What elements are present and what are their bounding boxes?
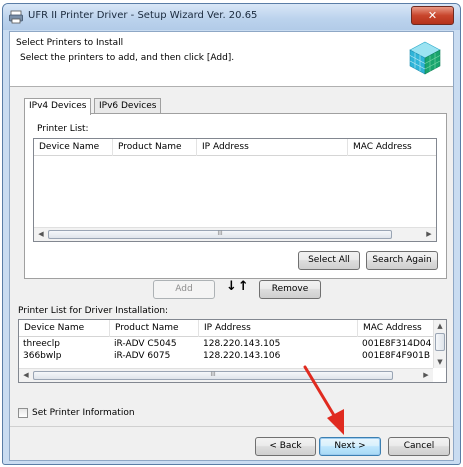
cell-product: iR-ADV 6075 (114, 351, 171, 361)
install-list-hscrollbar[interactable]: ◀ III ▶ (19, 368, 433, 382)
install-list-vscrollbar[interactable]: ▲ ▼ (433, 320, 446, 368)
column-ip-address[interactable]: IP Address (199, 320, 358, 337)
install-list-header: Device Name Product Name IP Address MAC … (19, 320, 446, 337)
column-product-name[interactable]: Product Name (113, 139, 197, 156)
scroll-thumb[interactable]: III (48, 230, 392, 239)
column-device-name[interactable]: Device Name (34, 139, 113, 156)
column-mac-address[interactable]: MAC Address (358, 320, 434, 337)
table-row[interactable]: threeclp iR-ADV C5045 128.220.143.105 00… (19, 339, 434, 350)
back-button[interactable]: < Back (255, 437, 316, 456)
cancel-button[interactable]: Cancel (388, 437, 450, 456)
ipv4-tab-panel: Printer List: Device Name Product Name I… (24, 113, 447, 279)
move-arrows-icon: ↓↑ (226, 279, 250, 294)
cell-mac: 001E8F4F901B (362, 351, 431, 361)
setup-wizard-window: UFR II Printer Driver - Setup Wizard Ver… (2, 3, 461, 465)
install-list[interactable]: Device Name Product Name IP Address MAC … (18, 319, 447, 383)
column-product-name[interactable]: Product Name (110, 320, 199, 337)
tab-ipv6-devices[interactable]: IPv6 Devices (94, 98, 162, 114)
remove-button[interactable]: Remove (259, 280, 321, 299)
cell-ip: 128.220.143.105 (203, 339, 281, 349)
page-title: Select Printers to Install (16, 38, 124, 48)
cell-mac: 001E8F314D04 (362, 339, 432, 349)
set-printer-info-label: Set Printer Information (32, 408, 135, 418)
set-printer-info-checkbox[interactable] (18, 408, 28, 418)
column-device-name[interactable]: Device Name (19, 320, 110, 337)
wizard-header: Select Printers to Install Select the pr… (10, 32, 453, 87)
next-button[interactable]: Next > (319, 437, 381, 456)
select-all-button[interactable]: Select All (298, 251, 360, 270)
cell-device: threeclp (23, 339, 60, 349)
scroll-up-icon[interactable]: ▲ (434, 320, 446, 332)
scroll-left-icon[interactable]: ◀ (20, 369, 32, 382)
canon-cube-logo-icon (409, 41, 441, 75)
scroll-down-icon[interactable]: ▼ (434, 356, 446, 368)
printer-list-header: Device Name Product Name IP Address MAC … (34, 139, 436, 156)
printer-list-label: Printer List: (37, 124, 89, 134)
printer-app-icon (9, 10, 23, 24)
wizard-body: Select Printers to Install Select the pr… (9, 31, 454, 461)
add-button[interactable]: Add (153, 280, 215, 299)
scroll-left-icon[interactable]: ◀ (35, 228, 47, 241)
printer-list-hscrollbar[interactable]: ◀ III ▶ (34, 227, 436, 241)
close-button[interactable]: ✕ (411, 6, 454, 25)
scroll-right-icon[interactable]: ▶ (420, 369, 432, 382)
tab-ipv4-devices[interactable]: IPv4 Devices (24, 98, 92, 115)
cell-device: 366bwlp (23, 351, 62, 361)
vscroll-thumb[interactable] (435, 333, 445, 351)
search-again-button[interactable]: Search Again (366, 251, 438, 270)
column-mac-address[interactable]: MAC Address (348, 139, 436, 156)
footer-divider (10, 426, 453, 427)
table-row[interactable]: 366bwlp iR-ADV 6075 128.220.143.106 001E… (19, 351, 434, 362)
scroll-thumb[interactable]: III (33, 371, 393, 380)
title-bar: UFR II Printer Driver - Setup Wizard Ver… (3, 4, 460, 30)
window-title: UFR II Printer Driver - Setup Wizard Ver… (28, 10, 258, 21)
scroll-right-icon[interactable]: ▶ (423, 228, 435, 241)
printer-list[interactable]: Device Name Product Name IP Address MAC … (33, 138, 437, 242)
cell-ip: 128.220.143.106 (203, 351, 281, 361)
install-list-label: Printer List for Driver Installation: (18, 306, 169, 316)
column-ip-address[interactable]: IP Address (197, 139, 348, 156)
page-subtitle: Select the printers to add, and then cli… (20, 53, 235, 63)
cell-product: iR-ADV C5045 (114, 339, 177, 349)
